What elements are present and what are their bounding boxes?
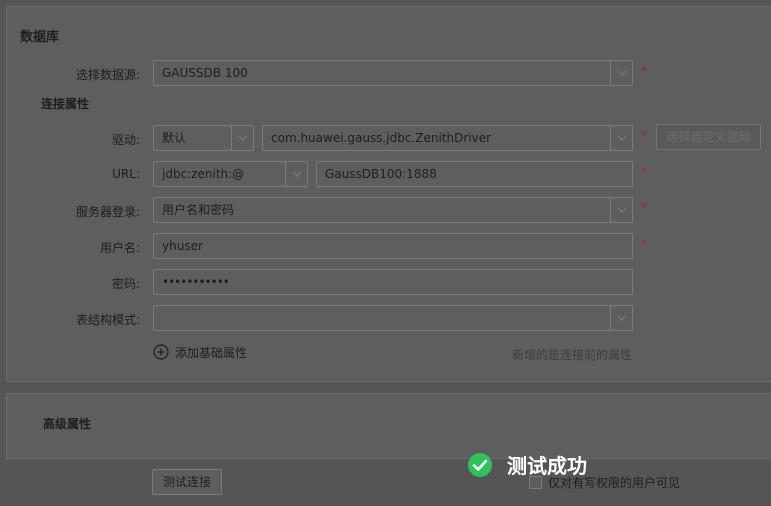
required-mark: * (641, 201, 647, 215)
driver-label: 驱动: (111, 133, 140, 147)
chevron-down-icon[interactable] (610, 306, 632, 330)
chevron-down-icon[interactable] (610, 126, 632, 150)
driver-class-select[interactable]: com.huawei.gauss.jdbc.ZenithDriver (262, 125, 633, 151)
chevron-down-icon[interactable] (231, 126, 253, 150)
add-basic-prop-label: 添加基础属性 (175, 345, 248, 360)
success-toast: 测试成功 (467, 450, 587, 479)
chevron-down-icon[interactable] (610, 198, 632, 222)
datasource-select[interactable]: GAUSSDB 100 (153, 60, 633, 86)
required-mark: * (641, 237, 647, 251)
advanced-section-title[interactable]: 高级属性 (43, 415, 91, 432)
username-input[interactable]: yhuser (153, 233, 633, 259)
toast-message: 测试成功 (507, 454, 587, 478)
advanced-panel (6, 393, 771, 459)
server-login-value: 用户名和密码 (162, 203, 235, 217)
datasource-label: 选择数据源: (75, 68, 140, 82)
server-login-select[interactable]: 用户名和密码 (153, 197, 633, 223)
database-section-title: 数据库 (20, 30, 60, 45)
schema-select[interactable] (153, 305, 633, 331)
check-circle-icon (468, 452, 492, 477)
driver-type-select[interactable]: 默认 (153, 125, 254, 151)
test-connection-button[interactable]: 测试连接 (152, 469, 222, 495)
chevron-down-icon[interactable] (285, 162, 307, 186)
password-label: 密码: (111, 277, 140, 291)
datasource-value: GAUSSDB 100 (162, 66, 248, 80)
add-basic-prop-link[interactable]: 添加基础属性 (153, 343, 247, 361)
password-input[interactable]: ••••••••••• (153, 269, 633, 295)
custom-driver-button[interactable]: 选择自定义驱动 (656, 124, 761, 150)
username-label: 用户名: (99, 241, 140, 255)
connection-props-title: 连接属性 (41, 97, 90, 111)
schema-label: 表结构模式: (75, 313, 140, 327)
url-prefix-value: jdbc:zenith:@ (162, 167, 245, 181)
chevron-down-icon[interactable] (610, 61, 632, 85)
url-label: URL: (112, 167, 140, 181)
required-mark: * (641, 165, 647, 179)
driver-class-value: com.huawei.gauss.jdbc.ZenithDriver (271, 131, 492, 145)
server-login-label: 服务器登录: (75, 205, 140, 219)
required-mark: * (641, 64, 647, 78)
props-hint-text: 新增的是连接前的属性 (511, 348, 632, 362)
required-mark: * (641, 129, 647, 143)
plus-circle-icon (153, 344, 169, 360)
url-host-input[interactable]: GaussDB100:1888 (316, 161, 633, 187)
url-prefix-select[interactable]: jdbc:zenith:@ (153, 161, 308, 187)
driver-type-value: 默认 (162, 131, 187, 145)
